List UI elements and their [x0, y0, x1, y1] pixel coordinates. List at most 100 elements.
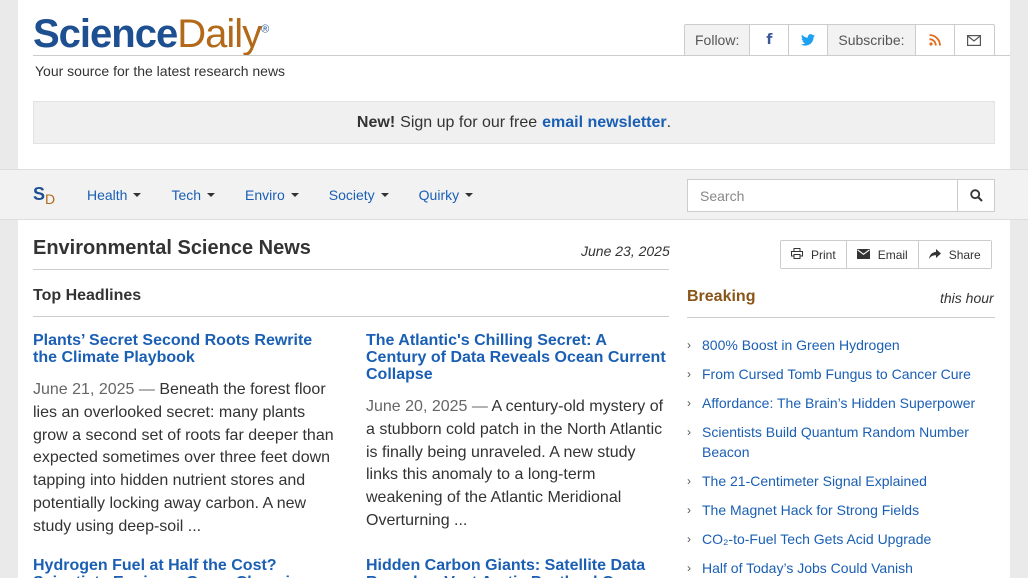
sciencedaily-logo[interactable]: ScienceDaily® [33, 12, 269, 56]
breaking-link[interactable]: CO₂-to-Fuel Tech Gets Acid Upgrade [702, 531, 931, 547]
chevron-right-icon: › [687, 503, 691, 517]
list-item: › CO₂-to-Fuel Tech Gets Acid Upgrade [687, 529, 995, 549]
nav-item-health[interactable]: Health [87, 186, 142, 203]
chevron-right-icon: › [687, 396, 691, 410]
story-dash: — [471, 398, 488, 415]
story-date: June 20, 2025 [366, 398, 468, 415]
share-button[interactable]: Share [918, 241, 991, 268]
title-divider [33, 269, 669, 270]
caret-down-icon [380, 192, 389, 197]
subscribe-label: Subscribe: [828, 25, 916, 55]
caret-down-icon [133, 192, 142, 197]
page-container: ScienceDaily® Your source for the latest… [18, 0, 1010, 578]
story-card: The Atlantic's Chilling Secret: A Centur… [366, 332, 669, 533]
search-button[interactable] [957, 179, 995, 212]
search-form [687, 179, 995, 212]
nav-item-tech[interactable]: Tech [171, 186, 216, 203]
story-title[interactable]: Hidden Carbon Giants: Satellite Data Rev… [366, 557, 669, 578]
story-card: Hydrogen Fuel at Half the Cost? Scientis… [33, 557, 336, 578]
nav-item-label: Health [87, 186, 128, 203]
twitter-icon[interactable] [789, 25, 829, 55]
follow-label: Follow: [685, 25, 751, 55]
nav-menu: Health Tech Enviro Society Quirky [87, 170, 503, 219]
section-title: Top Headlines [33, 287, 142, 304]
chevron-right-icon: › [687, 338, 691, 352]
list-item: › The 21-Centimeter Signal Explained [687, 471, 995, 491]
newsletter-link[interactable]: email newsletter [542, 114, 667, 132]
search-icon [969, 189, 983, 202]
story-date: June 21, 2025 [33, 381, 135, 398]
list-item: › Half of Today’s Jobs Could Vanish [687, 558, 995, 578]
newsletter-suffix: . [666, 113, 672, 131]
sd-mark-s: S [33, 184, 46, 204]
logo-daily: Daily [177, 12, 262, 56]
newsletter-text: Sign up for our free [400, 113, 538, 131]
list-item: › The Magnet Hack for Strong Fields [687, 500, 995, 520]
print-label: Print [811, 247, 836, 262]
envelope-icon [856, 248, 870, 262]
page-date: June 23, 2025 [581, 243, 670, 259]
nav-item-label: Enviro [245, 186, 285, 203]
sd-mark-d: D [45, 191, 56, 207]
story-title[interactable]: Plants’ Secret Second Roots Rewrite the … [33, 332, 336, 366]
nav-item-label: Society [328, 186, 375, 203]
social-bar: Follow: f Subscribe: [684, 24, 995, 56]
story-summary: Beneath the forest floor lies an overloo… [33, 381, 334, 535]
rss-icon[interactable] [916, 25, 955, 55]
breaking-link[interactable]: Affordance: The Brain’s Hidden Superpowe… [702, 395, 975, 411]
chevron-right-icon: › [687, 367, 691, 381]
newsletter-new-label: New! [356, 113, 396, 131]
caret-down-icon [290, 192, 299, 197]
email-label: Email [877, 247, 908, 262]
print-button[interactable]: Print [781, 241, 847, 268]
list-item: › From Cursed Tomb Fungus to Cancer Cure [687, 364, 995, 384]
nav-item-label: Quirky [418, 186, 460, 203]
breaking-link[interactable]: Scientists Build Quantum Random Number B… [702, 424, 969, 460]
print-icon [791, 247, 803, 262]
breaking-link[interactable]: The 21-Centimeter Signal Explained [702, 473, 927, 489]
logo-science: Science [33, 12, 178, 56]
story-body: June 21, 2025 — Beneath the forest floor… [33, 379, 336, 539]
share-toolbar: Print Email Share [780, 240, 992, 269]
chevron-right-icon: › [687, 532, 691, 546]
story-body: June 20, 2025 — A century-old mystery of… [366, 396, 669, 533]
list-item: › Affordance: The Brain’s Hidden Superpow… [687, 393, 995, 413]
logo-registered: ® [261, 23, 269, 36]
search-input[interactable] [687, 179, 957, 212]
nav-item-quirky[interactable]: Quirky [418, 186, 474, 203]
nav-item-label: Tech [171, 186, 202, 203]
facebook-icon[interactable]: f [750, 25, 790, 55]
tagline: Your source for the latest research news [35, 63, 286, 79]
story-summary: A century-old mystery of a stubborn cold… [366, 398, 664, 529]
list-item: › 800% Boost in Green Hydrogen [687, 335, 995, 355]
chevron-right-icon: › [687, 474, 691, 488]
email-button[interactable]: Email [846, 241, 919, 268]
story-card: Plants’ Secret Second Roots Rewrite the … [33, 332, 336, 539]
newsletter-banner: New! Sign up for our free email newslett… [33, 101, 995, 144]
chevron-right-icon: › [687, 561, 691, 575]
breaking-link[interactable]: Half of Today’s Jobs Could Vanish [702, 560, 913, 576]
section-divider [33, 316, 669, 317]
share-icon [928, 248, 941, 262]
page-title: Environmental Science News [33, 237, 311, 259]
breaking-divider [687, 317, 995, 318]
breaking-title: Breaking [687, 288, 756, 305]
sd-home-logo[interactable]: SD [33, 184, 56, 207]
breaking-list: › 800% Boost in Green Hydrogen › From Curs… [687, 335, 995, 578]
caret-down-icon [207, 192, 216, 197]
caret-down-icon [465, 192, 474, 197]
story-title[interactable]: Hydrogen Fuel at Half the Cost? Scientis… [33, 557, 336, 578]
main-nav: SD Health Tech Enviro Society Quirky [0, 169, 1028, 220]
chevron-right-icon: › [687, 425, 691, 439]
nav-item-enviro[interactable]: Enviro [245, 187, 299, 203]
breaking-subtitle: this hour [940, 290, 994, 306]
story-dash: — [138, 381, 155, 398]
envelope-icon[interactable] [955, 25, 994, 55]
story-title[interactable]: The Atlantic's Chilling Secret: A Centur… [366, 332, 669, 383]
story-card: Hidden Carbon Giants: Satellite Data Rev… [366, 557, 669, 578]
share-label: Share [948, 247, 981, 262]
nav-item-society[interactable]: Society [329, 187, 389, 203]
breaking-link[interactable]: From Cursed Tomb Fungus to Cancer Cure [702, 366, 971, 382]
breaking-link[interactable]: 800% Boost in Green Hydrogen [702, 337, 900, 353]
breaking-link[interactable]: The Magnet Hack for Strong Fields [702, 502, 919, 518]
